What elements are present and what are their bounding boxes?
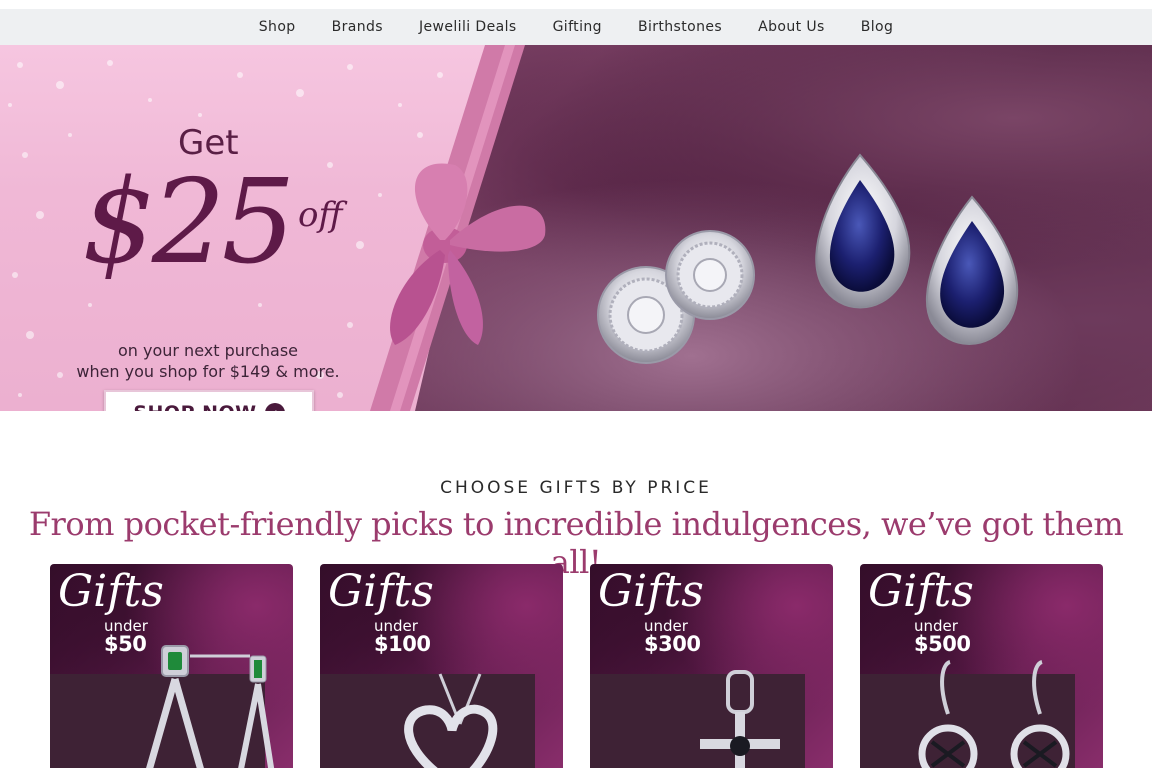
hero-banner[interactable]: Get $25 off on your next purchase when y… bbox=[0, 45, 1152, 411]
nav-item-shop[interactable]: Shop bbox=[259, 19, 296, 35]
page: Shop Brands Jewelili Deals Gifting Birth… bbox=[0, 0, 1152, 768]
promo-line-1: on your next purchase bbox=[117, 341, 299, 360]
card-price-label: $100 bbox=[374, 632, 431, 656]
arrow-circle-right-icon: ➜ bbox=[264, 403, 285, 411]
gift-card-under-500[interactable]: Gifts under $500 bbox=[860, 564, 1103, 768]
gift-card-under-50[interactable]: Gifts under $50 bbox=[50, 564, 293, 768]
card-gifts-script: Gifts bbox=[598, 566, 704, 617]
nav-item-birthstones[interactable]: Birthstones bbox=[638, 19, 722, 35]
nav-item-gifting[interactable]: Gifting bbox=[553, 19, 602, 35]
main-nav: Shop Brands Jewelili Deals Gifting Birth… bbox=[0, 9, 1152, 45]
card-gifts-script: Gifts bbox=[328, 566, 434, 617]
card-price-label: $300 bbox=[644, 632, 701, 656]
card-price-label: $500 bbox=[914, 632, 971, 656]
gift-card-under-300[interactable]: Gifts under $300 bbox=[590, 564, 833, 768]
promo-line-2: when you shop for $149 & more. bbox=[76, 362, 340, 381]
card-gifts-script: Gifts bbox=[58, 566, 164, 617]
promo-off-text: off bbox=[298, 195, 343, 235]
gift-card-under-100[interactable]: Gifts under $100 bbox=[320, 564, 563, 768]
promo-amount: $25 bbox=[82, 155, 295, 290]
nav-item-blog[interactable]: Blog bbox=[861, 19, 894, 35]
nav-item-jewelili-deals[interactable]: Jewelili Deals bbox=[419, 19, 517, 35]
nav-item-brands[interactable]: Brands bbox=[332, 19, 383, 35]
shop-now-label: SHOP NOW bbox=[133, 402, 256, 411]
earrings-image bbox=[597, 153, 1019, 364]
shop-now-button[interactable]: SHOP NOW ➜ bbox=[104, 390, 314, 411]
card-gifts-script: Gifts bbox=[868, 566, 974, 617]
card-price-label: $50 bbox=[104, 632, 147, 656]
top-strip bbox=[0, 0, 1152, 9]
nav-item-about-us[interactable]: About Us bbox=[758, 19, 825, 35]
section-eyebrow: CHOOSE GIFTS BY PRICE bbox=[440, 478, 712, 498]
